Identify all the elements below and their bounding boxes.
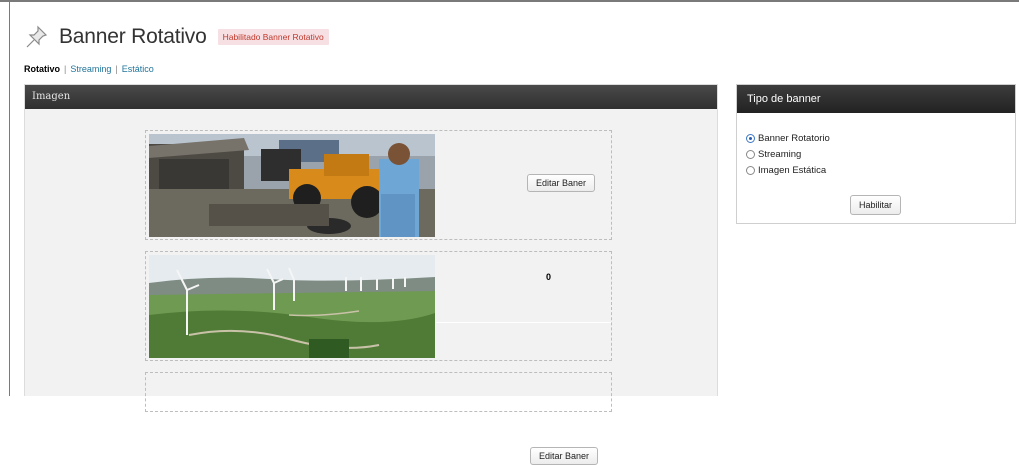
radio-checked-icon[interactable] [746,133,755,143]
banner-row [145,372,612,412]
option-streaming[interactable]: Streaming [746,146,830,162]
page-header: Banner Rotativo Habilitado Banner Rotati… [24,22,329,52]
edit-banner-button[interactable]: Editar Baner [530,447,599,465]
subnav-link-estatico[interactable]: Estático [122,64,154,74]
radio-unchecked-icon[interactable] [746,149,755,159]
edit-banner-button[interactable]: Editar Baner [527,174,596,192]
image-panel-title: Imagen [25,85,717,109]
subnav: Rotativo | Streaming | Estático [24,64,154,74]
image-panel: Imagen Editar Baner 0 Editar Baner [24,84,718,465]
radio-unchecked-icon[interactable] [746,165,755,175]
banner-row: 0 [145,251,612,361]
left-border [9,2,10,396]
banner-type-title: Tipo de banner [737,85,1015,113]
wind-turbines-photo[interactable] [149,255,435,358]
excavator-photo[interactable] [149,134,435,237]
banner-type-options: Banner Rotatorio Streaming Imagen Estáti… [746,130,830,178]
pushpin-icon [26,25,48,48]
option-label: Banner Rotatorio [758,132,830,144]
banner-row: Editar Baner [145,130,612,240]
banner-order-value: 0 [546,272,552,282]
subnav-separator: | [64,64,67,74]
subnav-link-streaming[interactable]: Streaming [70,64,111,74]
subnav-current-rotativo: Rotativo [24,64,60,74]
banner-type-panel: Tipo de banner Banner Rotatorio Streamin… [736,84,1016,224]
row-divider [436,322,611,323]
subnav-separator: | [115,64,118,74]
option-banner-rotatorio[interactable]: Banner Rotatorio [746,130,830,146]
status-badge: Habilitado Banner Rotativo [217,29,329,45]
option-imagen-estatica[interactable]: Imagen Estática [746,162,830,178]
top-border [0,0,1019,2]
enable-button[interactable]: Habilitar [850,195,902,215]
option-label: Imagen Estática [758,164,827,176]
option-label: Streaming [758,148,802,160]
page-title: Banner Rotativo [59,25,207,48]
